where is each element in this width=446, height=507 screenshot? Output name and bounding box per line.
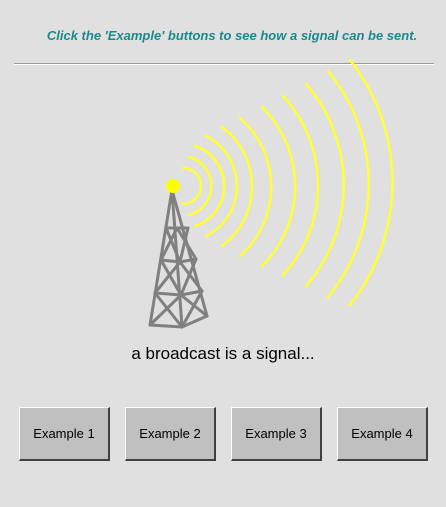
signal-waves-icon [181,58,394,307]
example-3-button[interactable]: Example 3 [231,407,322,461]
example-2-button[interactable]: Example 2 [125,407,216,461]
broadcast-illustration [148,58,394,329]
example-1-button[interactable]: Example 1 [19,407,110,461]
example-4-button[interactable]: Example 4 [337,407,428,461]
caption-text: a broadcast is a signal... [131,344,315,363]
antenna-tip-icon [166,179,180,193]
